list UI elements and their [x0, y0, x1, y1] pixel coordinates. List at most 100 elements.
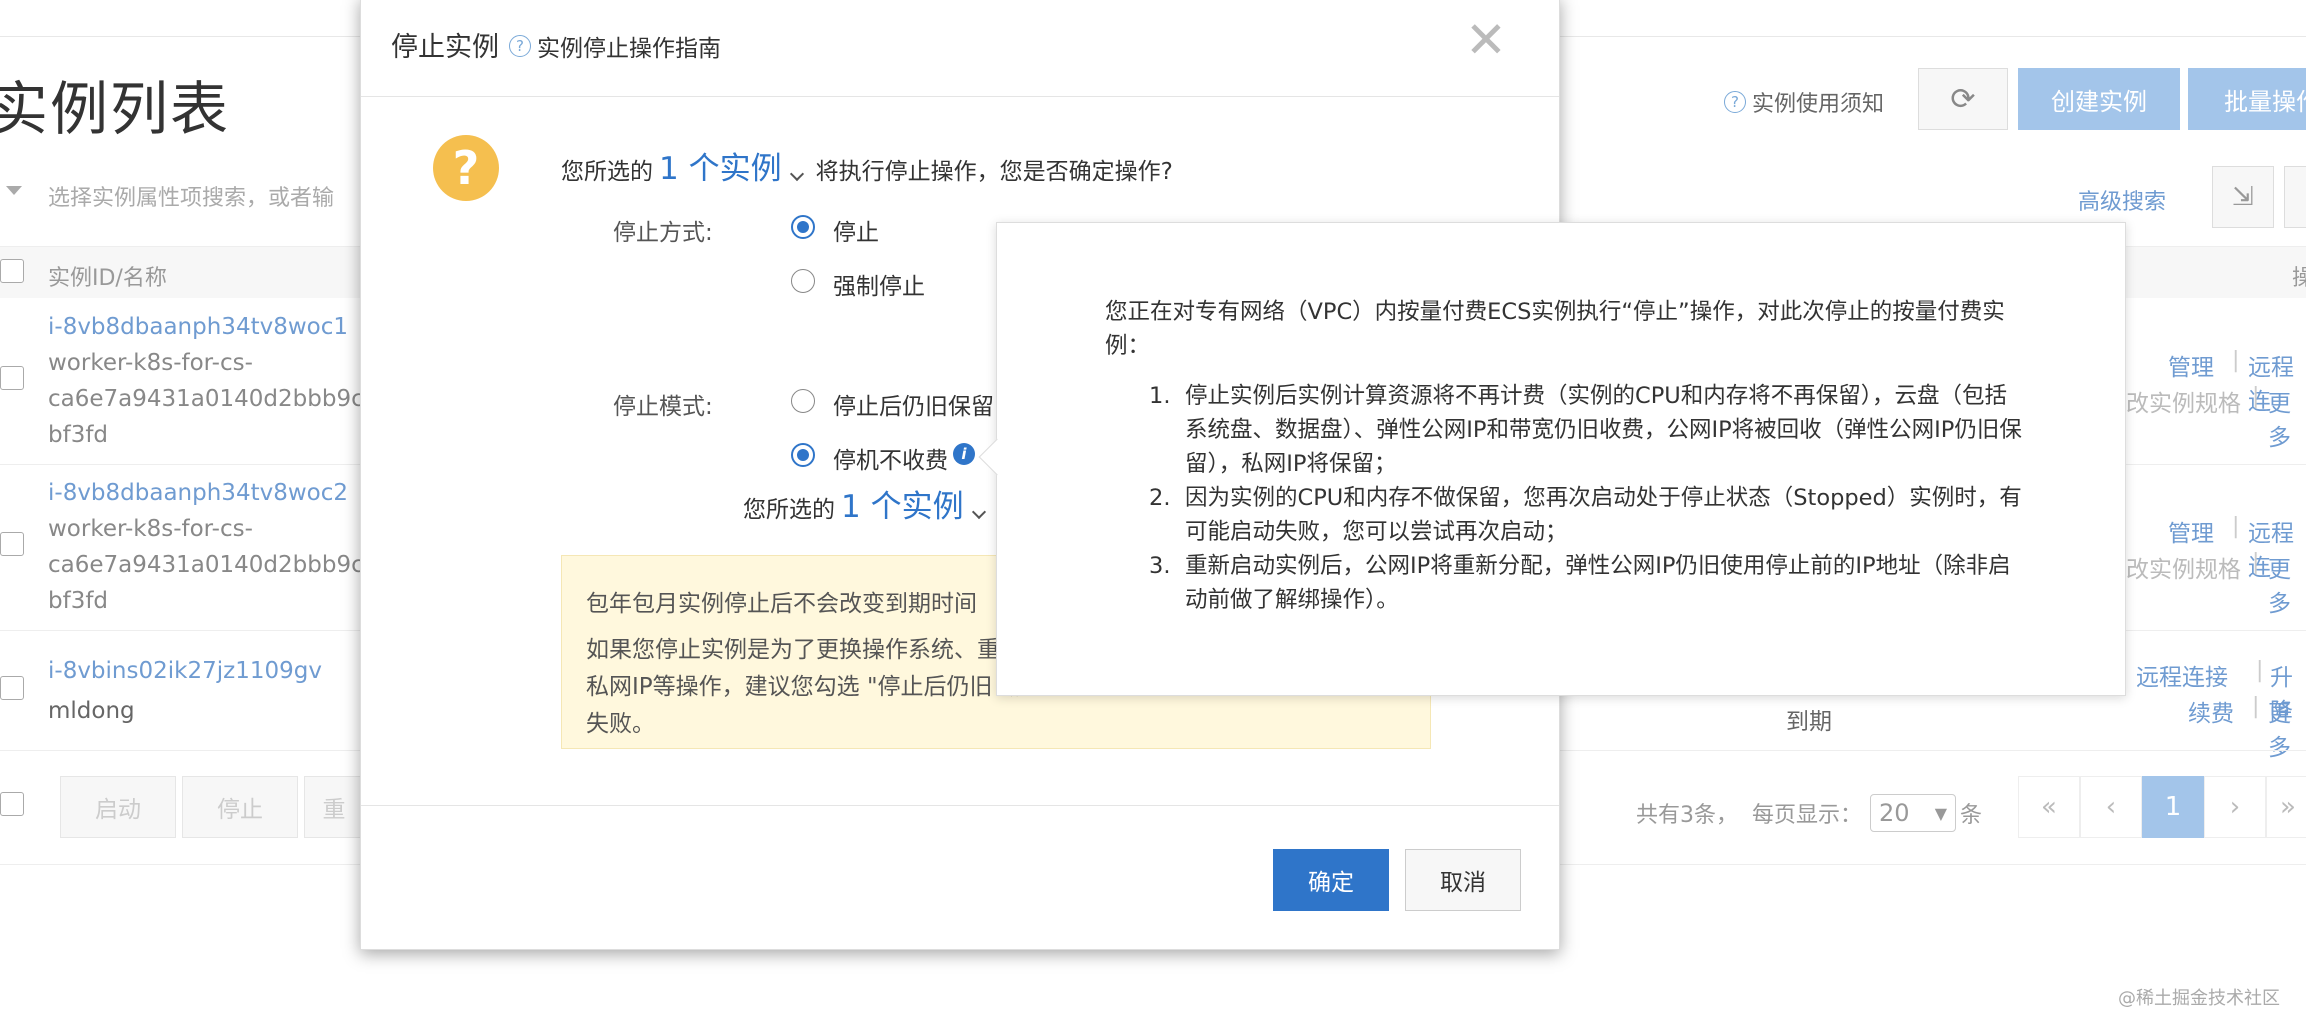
pager-total: 共有3条， [1636, 803, 1738, 828]
manage-link[interactable]: 管理 [2168, 348, 2214, 382]
question-icon: ? [433, 135, 499, 201]
footer-select-all-checkbox[interactable] [0, 792, 24, 816]
cancel-button[interactable]: 取消 [1405, 849, 1521, 911]
radio-keep-resources-label[interactable]: 停止后仍旧保留 [833, 387, 994, 421]
select-all-checkbox[interactable] [0, 259, 24, 283]
instance-id-link[interactable]: i-8vb8dbaanph34tv8woc2 [48, 480, 348, 506]
expire-status: 到期 [1786, 709, 1832, 735]
more-link[interactable]: 更多 [2268, 550, 2306, 618]
more-link[interactable]: 更多 [2268, 384, 2306, 452]
help-icon: ? [509, 35, 531, 57]
more-link[interactable]: 更多 [2268, 694, 2306, 762]
radio-no-charge-label[interactable]: 停机不收费 [833, 441, 948, 475]
separator: | [2256, 658, 2264, 683]
search-input[interactable]: 选择实例属性项搜索，或者输 [48, 180, 334, 212]
count-line-prefix: 您所选的 [743, 497, 835, 523]
page-1-button[interactable]: 1 [2142, 776, 2204, 838]
radio-no-charge[interactable] [791, 443, 815, 467]
change-spec-link[interactable]: 改实例规格 [2126, 384, 2241, 418]
radio-stop-label[interactable]: 停止 [833, 213, 879, 247]
pager-unit: 条 [1960, 803, 1983, 828]
chevron-down-icon[interactable] [971, 504, 986, 520]
stop-guide-link[interactable]: ? 实例停止操作指南 [509, 29, 721, 63]
selected-count-line: 您所选的 1 个实例 [743, 481, 998, 526]
usage-notice-link[interactable]: ? 实例使用须知 [1724, 86, 1884, 118]
popover-list-item: 2. 因为实例的CPU和内存不做保留，您再次启动处于停止状态（Stopped）实例… [1149, 485, 2022, 545]
radio-stop[interactable] [791, 215, 815, 239]
confirm-prefix: 您所选的 [561, 159, 653, 185]
radio-keep-resources[interactable] [791, 389, 815, 413]
popover-list-item: 1. 停止实例后实例计算资源将不再计费（实例的CPU和内存将不再保留），云盘（包括… [1149, 383, 2022, 477]
search-filter-dropdown-icon[interactable] [6, 186, 22, 195]
footer-divider [361, 805, 1559, 806]
column-header-operation: 操 [2292, 266, 2306, 291]
instance-name: mldong [48, 698, 135, 724]
separator: | [2232, 514, 2240, 539]
chevron-down-icon: ▼ [1934, 803, 1948, 823]
stop-method-label: 停止方式: [613, 220, 713, 246]
dialog-header: 停止实例 ? 实例停止操作指南 ✕ [361, 0, 1559, 97]
close-icon[interactable]: ✕ [1465, 15, 1507, 65]
settings-button[interactable] [2284, 166, 2306, 228]
instance-name: worker-k8s-for-cs- [48, 516, 253, 542]
pager-per-page-label: 每页显示： [1752, 803, 1863, 828]
instance-id-link[interactable]: i-8vbins02ik27jz1109gv [48, 658, 322, 684]
info-icon[interactable]: i [953, 443, 975, 465]
page-size-select[interactable]: 20 ▼ [1870, 794, 1957, 832]
start-button[interactable]: 启动 [60, 776, 176, 838]
notice-advice-text: 如果您停止实例是为了更换操作系统、重 私网IP等操作，建议您勾选 "停止后仍旧 … [586, 637, 1023, 737]
row-checkbox[interactable] [0, 532, 24, 556]
confirm-button[interactable]: 确定 [1273, 849, 1389, 911]
row-checkbox[interactable] [0, 676, 24, 700]
row-checkbox[interactable] [0, 366, 24, 390]
change-spec-link[interactable]: 改实例规格 [2126, 550, 2241, 584]
popover-item-text: 重新启动实例后，公网IP将重新分配，弹性公网IP仍旧使用停止前的IP地址（除非启… [1185, 553, 2011, 613]
watermark: @稀土掘金技术社区 [2118, 988, 2280, 1009]
selected-count[interactable]: 1 个实例 [659, 143, 782, 188]
popover-item-text: 停止实例后实例计算资源将不再计费（实例的CPU和内存将不再保留），云盘（包括系统… [1185, 383, 2022, 477]
instance-id-link[interactable]: i-8vb8dbaanph34tv8woc1 [48, 314, 348, 340]
column-header-instance-id: 实例ID/名称 [48, 266, 167, 291]
instance-name: bf3fd [48, 422, 109, 448]
instance-name: bf3fd [48, 588, 109, 614]
separator: | [2252, 694, 2260, 719]
instance-name: ca6e7a9431a0140d2bbb9c [48, 552, 364, 578]
export-icon: ⇲ [2232, 182, 2254, 212]
restart-button[interactable]: 重 [304, 776, 364, 838]
prev-page-button[interactable]: ‹ [2080, 776, 2142, 838]
advanced-search-link[interactable]: 高级搜索 [2078, 184, 2166, 216]
confirm-suffix: 将执行停止操作，您是否确定操作? [815, 159, 1173, 185]
first-page-button[interactable]: « [2018, 776, 2080, 838]
chevron-down-icon[interactable] [789, 166, 804, 182]
stop-button[interactable]: 停止 [182, 776, 298, 838]
remote-connect-link[interactable]: 远程连接 [2136, 658, 2228, 692]
page-size-value: 20 [1879, 799, 1910, 827]
create-instance-button[interactable]: 创建实例 [2018, 68, 2180, 130]
instance-name: worker-k8s-for-cs- [48, 350, 253, 376]
refresh-button[interactable]: ⟳ [1918, 68, 2008, 130]
dialog-title: 停止实例 [391, 32, 499, 63]
separator: | [2232, 348, 2240, 373]
export-button[interactable]: ⇲ [2212, 166, 2274, 228]
page-title: 实例列表 [0, 75, 231, 143]
manage-link[interactable]: 管理 [2168, 514, 2214, 548]
radio-force-stop[interactable] [791, 269, 815, 293]
help-icon: ? [1724, 91, 1746, 113]
separator: | [2252, 550, 2260, 575]
refresh-icon: ⟳ [1950, 81, 1976, 117]
batch-operation-button[interactable]: 批量操作 [2188, 68, 2306, 130]
instance-name: ca6e7a9431a0140d2bbb9c [48, 386, 364, 412]
popover-item-text: 因为实例的CPU和内存不做保留，您再次启动处于停止状态（Stopped）实例时，… [1185, 485, 2022, 545]
selected-count-2[interactable]: 1 个实例 [841, 481, 964, 526]
pager-info: 共有3条， 每页显示： 20 ▼ 条 [1636, 794, 1982, 832]
last-page-button[interactable]: » [2266, 776, 2306, 838]
stop-guide-label: 实例停止操作指南 [537, 36, 721, 62]
notice-expire-text: 包年包月实例停止后不会改变到期时间 [586, 591, 977, 617]
renew-link[interactable]: 续费 [2188, 694, 2234, 728]
popover-list-item: 3. 重新启动实例后，公网IP将重新分配，弹性公网IP仍旧使用停止前的IP地址（除… [1149, 553, 2011, 613]
billing-info-popover: 您正在对专有网络（VPC）内按量付费ECS实例执行“停止”操作，对此次停止的按量… [996, 222, 2126, 696]
popover-list: 1. 停止实例后实例计算资源将不再计费（实例的CPU和内存将不再保留），云盘（包括… [1105, 379, 2025, 617]
separator: | [2252, 384, 2260, 409]
radio-force-stop-label[interactable]: 强制停止 [833, 267, 925, 301]
next-page-button[interactable]: › [2204, 776, 2266, 838]
